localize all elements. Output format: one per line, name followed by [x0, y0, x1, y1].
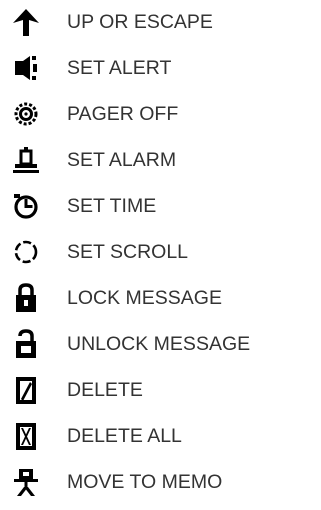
legend-item-up-or-escape: UP OR ESCAPE: [0, 2, 321, 42]
delete-icon: [12, 375, 40, 405]
legend-item-lock-message: LOCK MESSAGE: [0, 278, 321, 318]
legend-label: SET TIME: [67, 195, 157, 217]
legend-label: SET SCROLL: [67, 241, 189, 263]
legend-item-unlock-message: UNLOCK MESSAGE: [0, 324, 321, 364]
legend-label: SET ALERT: [67, 57, 172, 79]
legend-label: LOCK MESSAGE: [67, 287, 222, 309]
move-to-memo-icon: [12, 467, 40, 497]
clock-icon: [12, 191, 40, 221]
legend-item-set-scroll: SET SCROLL: [0, 232, 321, 272]
delete-all-icon: [12, 421, 40, 451]
legend-label: PAGER OFF: [67, 103, 179, 125]
unlock-icon: [12, 329, 40, 359]
legend-label: MOVE TO MEMO: [67, 471, 223, 493]
legend-label: UP OR ESCAPE: [67, 11, 213, 33]
scroll-icon: [12, 237, 40, 267]
speaker-icon: [12, 53, 40, 83]
pager-icon-legend: UP OR ESCAPE SET ALERT PAGER OFF SET ALA…: [0, 0, 321, 510]
legend-label: DELETE: [67, 379, 143, 401]
legend-label: SET ALARM: [67, 149, 177, 171]
legend-item-move-to-memo: MOVE TO MEMO: [0, 462, 321, 502]
legend-item-set-time: SET TIME: [0, 186, 321, 226]
legend-label: UNLOCK MESSAGE: [67, 333, 251, 355]
lock-icon: [12, 283, 40, 313]
bell-icon: [12, 145, 40, 175]
pager-off-icon: [12, 99, 40, 129]
legend-item-delete: DELETE: [0, 370, 321, 410]
legend-label: DELETE ALL: [67, 425, 182, 447]
legend-item-set-alarm: SET ALARM: [0, 140, 321, 180]
up-arrow-icon: [12, 7, 40, 37]
legend-item-set-alert: SET ALERT: [0, 48, 321, 88]
legend-item-pager-off: PAGER OFF: [0, 94, 321, 134]
legend-item-delete-all: DELETE ALL: [0, 416, 321, 456]
